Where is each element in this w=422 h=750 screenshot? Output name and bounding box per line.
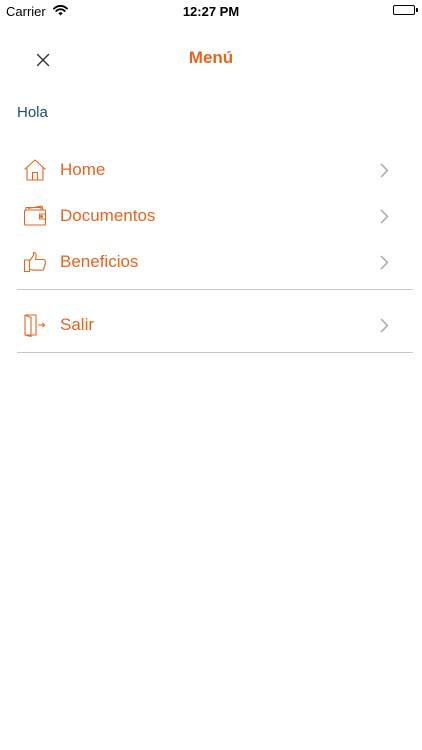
menu-item-label: Beneficios [60, 252, 139, 271]
greeting-text: Hola [17, 104, 48, 121]
wallet-icon [22, 203, 48, 229]
divider [17, 289, 413, 290]
nav-bar: Menú [0, 22, 422, 86]
chevron-right-icon [380, 209, 389, 224]
chevron-right-icon [380, 163, 389, 178]
chevron-right-icon [380, 255, 389, 270]
thumbs-up-icon [22, 249, 48, 275]
menu-item-label: Salir [60, 315, 95, 334]
menu-item-beneficios[interactable]: Beneficios [17, 239, 413, 285]
battery-icon [393, 5, 415, 15]
menu-item-documentos[interactable]: Documentos [17, 193, 413, 239]
home-icon [22, 157, 48, 183]
menu-item-label: Home [60, 160, 106, 179]
status-time: 12:27 PM [182, 4, 240, 19]
divider [17, 352, 413, 353]
battery-tip [416, 8, 418, 12]
status-bar: Carrier 12:27 PM [0, 0, 422, 22]
menu-item-home[interactable]: Home [17, 147, 413, 193]
nav-title: Menú [188, 48, 234, 67]
menu-item-salir[interactable]: Salir [17, 302, 413, 348]
exit-door-icon [22, 312, 48, 338]
menu-item-label: Documentos [60, 206, 156, 225]
chevron-right-icon [380, 318, 389, 333]
